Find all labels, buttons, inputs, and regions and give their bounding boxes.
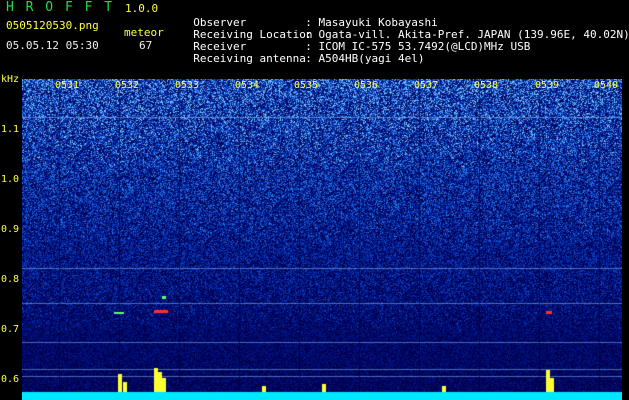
x-tick-0538: 0538 <box>474 80 499 91</box>
y-tick-0-7: 0.7 <box>1 324 20 335</box>
y-tick-1-0: 1.0 <box>1 174 20 185</box>
version-label: 1.0.0 <box>125 2 159 15</box>
meta-antenna-key: Receiving antenna <box>193 52 306 65</box>
x-tick-0532: 0532 <box>115 80 140 91</box>
y-tick-0-6: 0.6 <box>1 374 20 385</box>
meta-antenna-value: : A504HB(yagi 4el) <box>305 52 425 65</box>
y-axis-labels: 1.1 1.0 0.9 0.8 0.7 0.6 <box>0 0 22 400</box>
x-tick-0531: 0531 <box>55 80 80 91</box>
x-tick-0535: 0535 <box>294 80 319 91</box>
y-tick-0-9: 0.9 <box>1 224 20 235</box>
x-tick-0533: 0533 <box>175 80 200 91</box>
x-tick-0534: 0534 <box>235 80 260 91</box>
x-tick-0540: 0540 <box>594 80 619 91</box>
meteor-count: 67 <box>139 39 153 52</box>
x-tick-0536: 0536 <box>354 80 379 91</box>
x-tick-0537: 0537 <box>414 80 439 91</box>
y-tick-0-8: 0.8 <box>1 274 20 285</box>
y-tick-1-1: 1.1 <box>1 124 20 135</box>
spectrogram <box>22 79 622 400</box>
meteor-label: meteor <box>124 26 164 39</box>
meta-antenna: Receiving antenna: A504HB(yagi 4el) <box>180 41 424 65</box>
x-tick-0539: 0539 <box>535 80 560 91</box>
app-title: H R O F F T <box>6 0 115 15</box>
spectrogram-canvas <box>22 79 622 400</box>
